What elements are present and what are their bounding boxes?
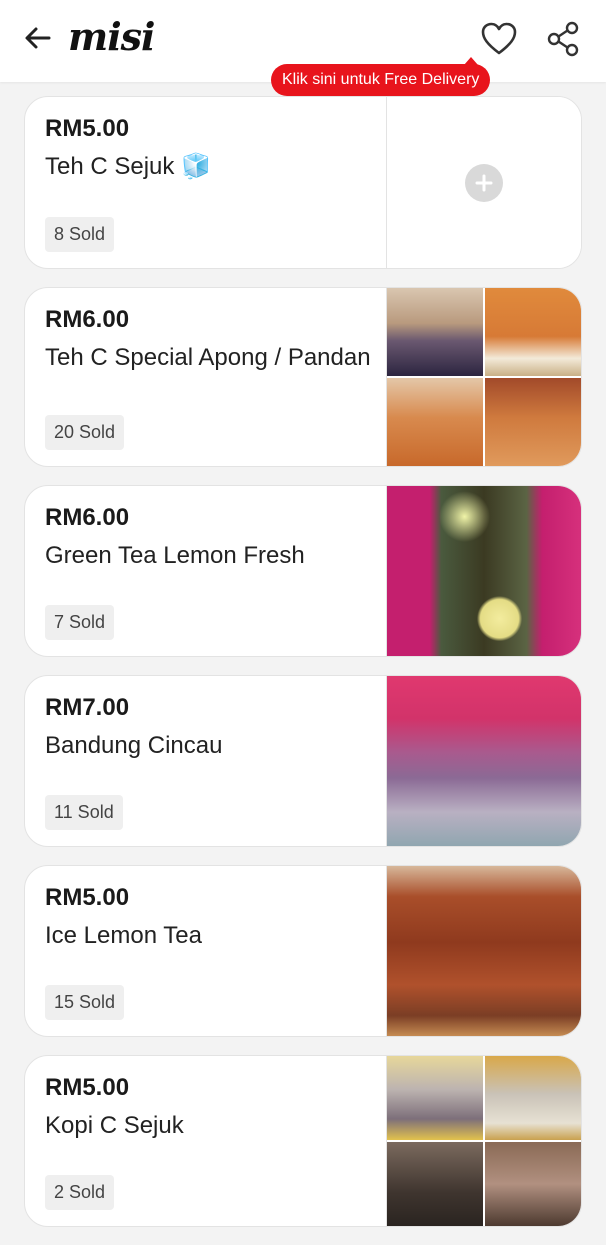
arrow-left-icon — [25, 27, 51, 49]
item-info: RM7.00 Bandung Cincau — [45, 694, 385, 762]
menu-item-card[interactable]: RM6.00 Green Tea Lemon Fresh 7 Sold — [24, 485, 582, 657]
sold-badge: 7 Sold — [45, 605, 115, 640]
menu-item-card[interactable]: RM5.00 Teh C Sejuk 🧊 8 Sold — [24, 96, 582, 269]
sold-badge: 20 Sold — [45, 415, 125, 450]
item-info: RM6.00 Green Tea Lemon Fresh — [45, 504, 385, 572]
favorite-button[interactable] — [478, 18, 520, 60]
item-name: Green Tea Lemon Fresh — [45, 542, 305, 569]
menu-item-card[interactable]: RM6.00 Teh C Special Apong / Pandan 20 S… — [24, 287, 582, 467]
sold-badge: 2 Sold — [45, 1175, 115, 1210]
item-price: RM5.00 — [45, 115, 130, 142]
item-name: Teh C Special Apong / Pandan — [45, 344, 371, 371]
item-info: RM5.00 Kopi C Sejuk — [45, 1074, 385, 1142]
item-photo — [386, 676, 581, 846]
menu-item-card[interactable]: RM5.00 Kopi C Sejuk 2 Sold — [24, 1055, 582, 1227]
item-price: RM5.00 — [45, 1074, 130, 1101]
sold-badge: 15 Sold — [45, 985, 125, 1020]
item-name: Ice Lemon Tea — [45, 922, 202, 949]
share-icon — [547, 21, 579, 57]
free-delivery-tooltip[interactable]: Klik sini untuk Free Delivery — [271, 57, 491, 96]
item-price: RM6.00 — [45, 306, 130, 333]
item-info: RM5.00 Teh C Sejuk 🧊 — [45, 115, 385, 183]
item-price: RM7.00 — [45, 694, 130, 721]
item-price: RM5.00 — [45, 884, 130, 911]
sold-badge: 8 Sold — [45, 217, 115, 252]
item-photo — [386, 1056, 581, 1226]
item-info: RM6.00 Teh C Special Apong / Pandan — [45, 306, 385, 374]
item-price: RM6.00 — [45, 504, 130, 531]
menu-item-card[interactable]: RM7.00 Bandung Cincau 11 Sold — [24, 675, 582, 847]
item-image-placeholder — [386, 97, 581, 268]
item-name: Kopi C Sejuk — [45, 1112, 184, 1139]
menu-item-list: RM5.00 Teh C Sejuk 🧊 8 Sold RM6.00 Teh C… — [24, 96, 582, 1245]
sold-badge: 11 Sold — [45, 795, 123, 830]
add-to-cart-button[interactable] — [465, 163, 503, 202]
item-info: RM5.00 Ice Lemon Tea — [45, 884, 385, 952]
plus-icon — [475, 174, 493, 191]
app-logo: misi — [68, 14, 155, 59]
item-name: Teh C Sejuk 🧊 — [45, 153, 211, 180]
item-name: Bandung Cincau — [45, 732, 223, 759]
item-photo — [386, 486, 581, 656]
promo-tooltip-wrap: Klik sini untuk Free Delivery — [271, 57, 491, 96]
back-button[interactable] — [18, 18, 58, 58]
item-photo — [386, 866, 581, 1036]
heart-icon — [481, 22, 517, 55]
menu-item-card[interactable]: RM5.00 Ice Lemon Tea 15 Sold — [24, 865, 582, 1037]
share-button[interactable] — [542, 18, 584, 60]
item-photo — [386, 288, 581, 466]
